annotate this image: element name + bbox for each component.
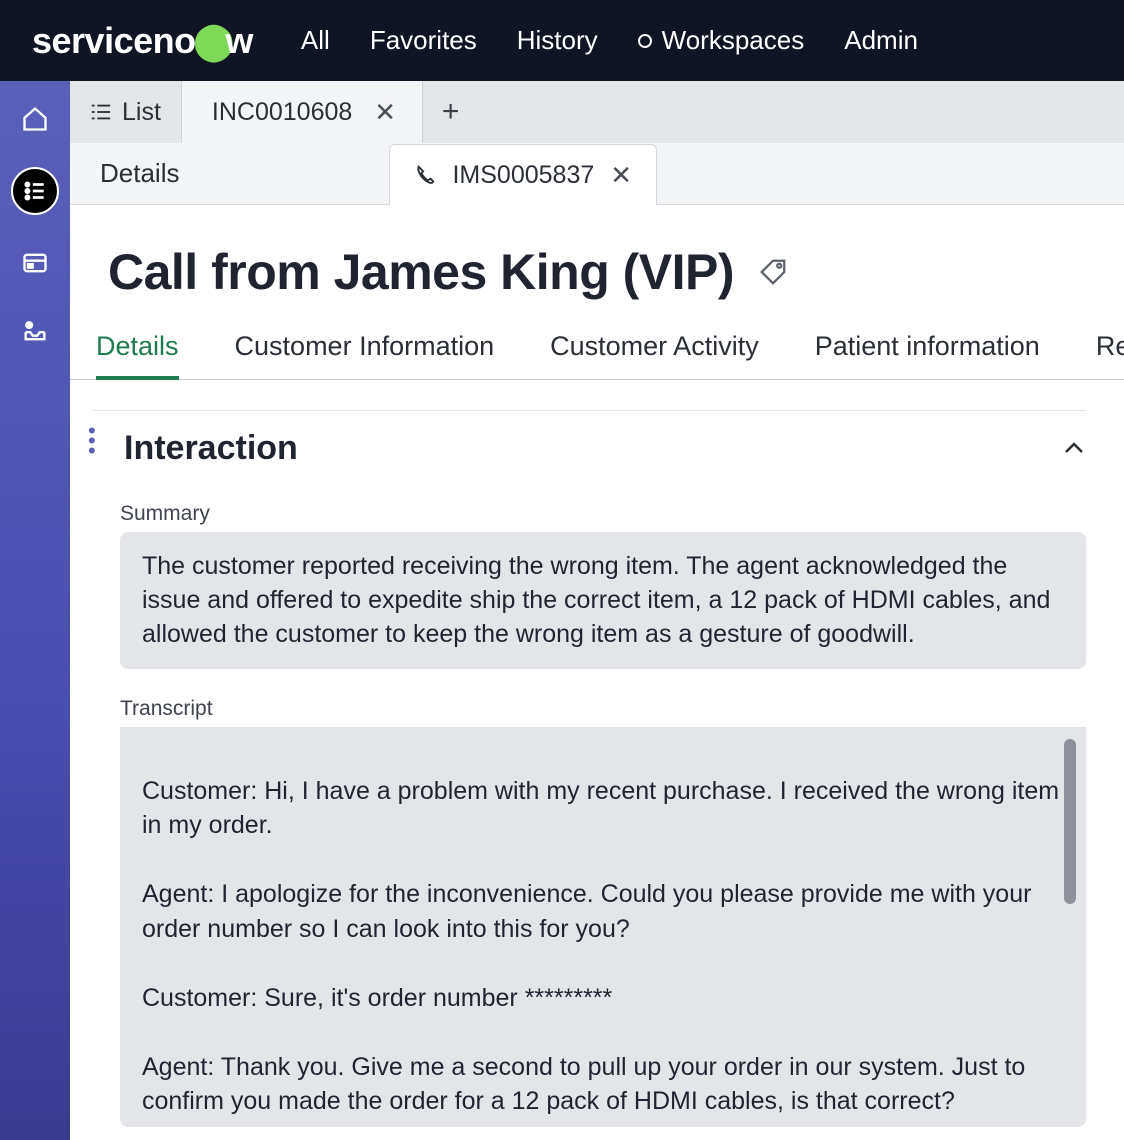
nav-workspaces[interactable]: Workspaces (638, 25, 805, 56)
tab-related[interactable]: Related (1096, 331, 1124, 379)
sidebar-inbox[interactable] (15, 311, 55, 351)
sub-tab-ims-label: IMS0005837 (452, 161, 594, 190)
section-head: Interaction (92, 410, 1086, 474)
sidebar-lists[interactable] (11, 167, 59, 215)
record-tab-inc[interactable]: INC0010608 ✕ (182, 81, 423, 143)
nav-workspaces-label: Workspaces (662, 25, 805, 56)
phone-icon (414, 164, 436, 186)
summary-field: Summary The customer reported receiving … (120, 502, 1086, 669)
transcript-text: Customer: Hi, I have a problem with my r… (142, 777, 1059, 1128)
title-row: Call from James King (VIP) (70, 205, 1124, 301)
transcript-value[interactable]: Customer: Hi, I have a problem with my r… (120, 727, 1086, 1127)
card-icon (21, 249, 49, 277)
tab-details[interactable]: Details (96, 331, 179, 380)
tab-patient-information[interactable]: Patient information (815, 331, 1040, 379)
chevron-up-icon[interactable] (1062, 437, 1086, 461)
tag-icon[interactable] (758, 257, 788, 287)
list-tab[interactable]: List (70, 81, 182, 143)
work-area: List INC0010608 ✕ + Details IMS0005837 ✕… (70, 81, 1124, 1140)
list-icon (90, 102, 112, 122)
nav-admin[interactable]: Admin (844, 25, 918, 56)
sub-tab-ims[interactable]: IMS0005837 ✕ (389, 144, 657, 205)
brand-logo: serviceno⬤w (32, 20, 253, 62)
sidebar-card[interactable] (15, 243, 55, 283)
sub-details-link[interactable]: Details (70, 143, 209, 204)
nav-history[interactable]: History (517, 25, 598, 56)
home-icon (21, 105, 49, 133)
inbox-icon (21, 317, 49, 345)
tab-customer-activity[interactable]: Customer Activity (550, 331, 759, 379)
close-icon[interactable]: ✕ (374, 99, 396, 125)
circle-icon (638, 34, 652, 48)
list-bullet-icon (22, 178, 48, 204)
sidebar-home[interactable] (15, 99, 55, 139)
transcript-field: Transcript Customer: Hi, I have a proble… (120, 697, 1086, 1127)
nav-favorites[interactable]: Favorites (370, 25, 477, 56)
record-tabs: List INC0010608 ✕ + (70, 81, 1124, 143)
nav-items: All Favorites History Workspaces Admin (301, 25, 918, 56)
left-sidebar (0, 81, 70, 1140)
summary-label: Summary (120, 502, 1086, 526)
sub-header: Details IMS0005837 ✕ (70, 143, 1124, 205)
nav-all[interactable]: All (301, 25, 330, 56)
transcript-label: Transcript (120, 697, 1086, 721)
summary-value[interactable]: The customer reported receiving the wron… (120, 532, 1086, 669)
inner-tabs: Details Customer Information Customer Ac… (70, 301, 1124, 380)
section-title: Interaction (124, 429, 298, 468)
tab-customer-information[interactable]: Customer Information (235, 331, 495, 379)
list-tab-label: List (122, 98, 161, 127)
add-tab-button[interactable]: + (423, 81, 478, 143)
scrollbar-thumb[interactable] (1064, 739, 1076, 904)
close-icon[interactable]: ✕ (610, 162, 632, 188)
top-navbar: serviceno⬤w All Favorites History Worksp… (0, 0, 1124, 81)
page-title: Call from James King (VIP) (108, 243, 734, 301)
record-tab-label: INC0010608 (212, 98, 352, 127)
interaction-section: ••• Interaction Summary The customer rep… (70, 380, 1124, 1127)
kebab-menu[interactable]: ••• (88, 426, 96, 456)
